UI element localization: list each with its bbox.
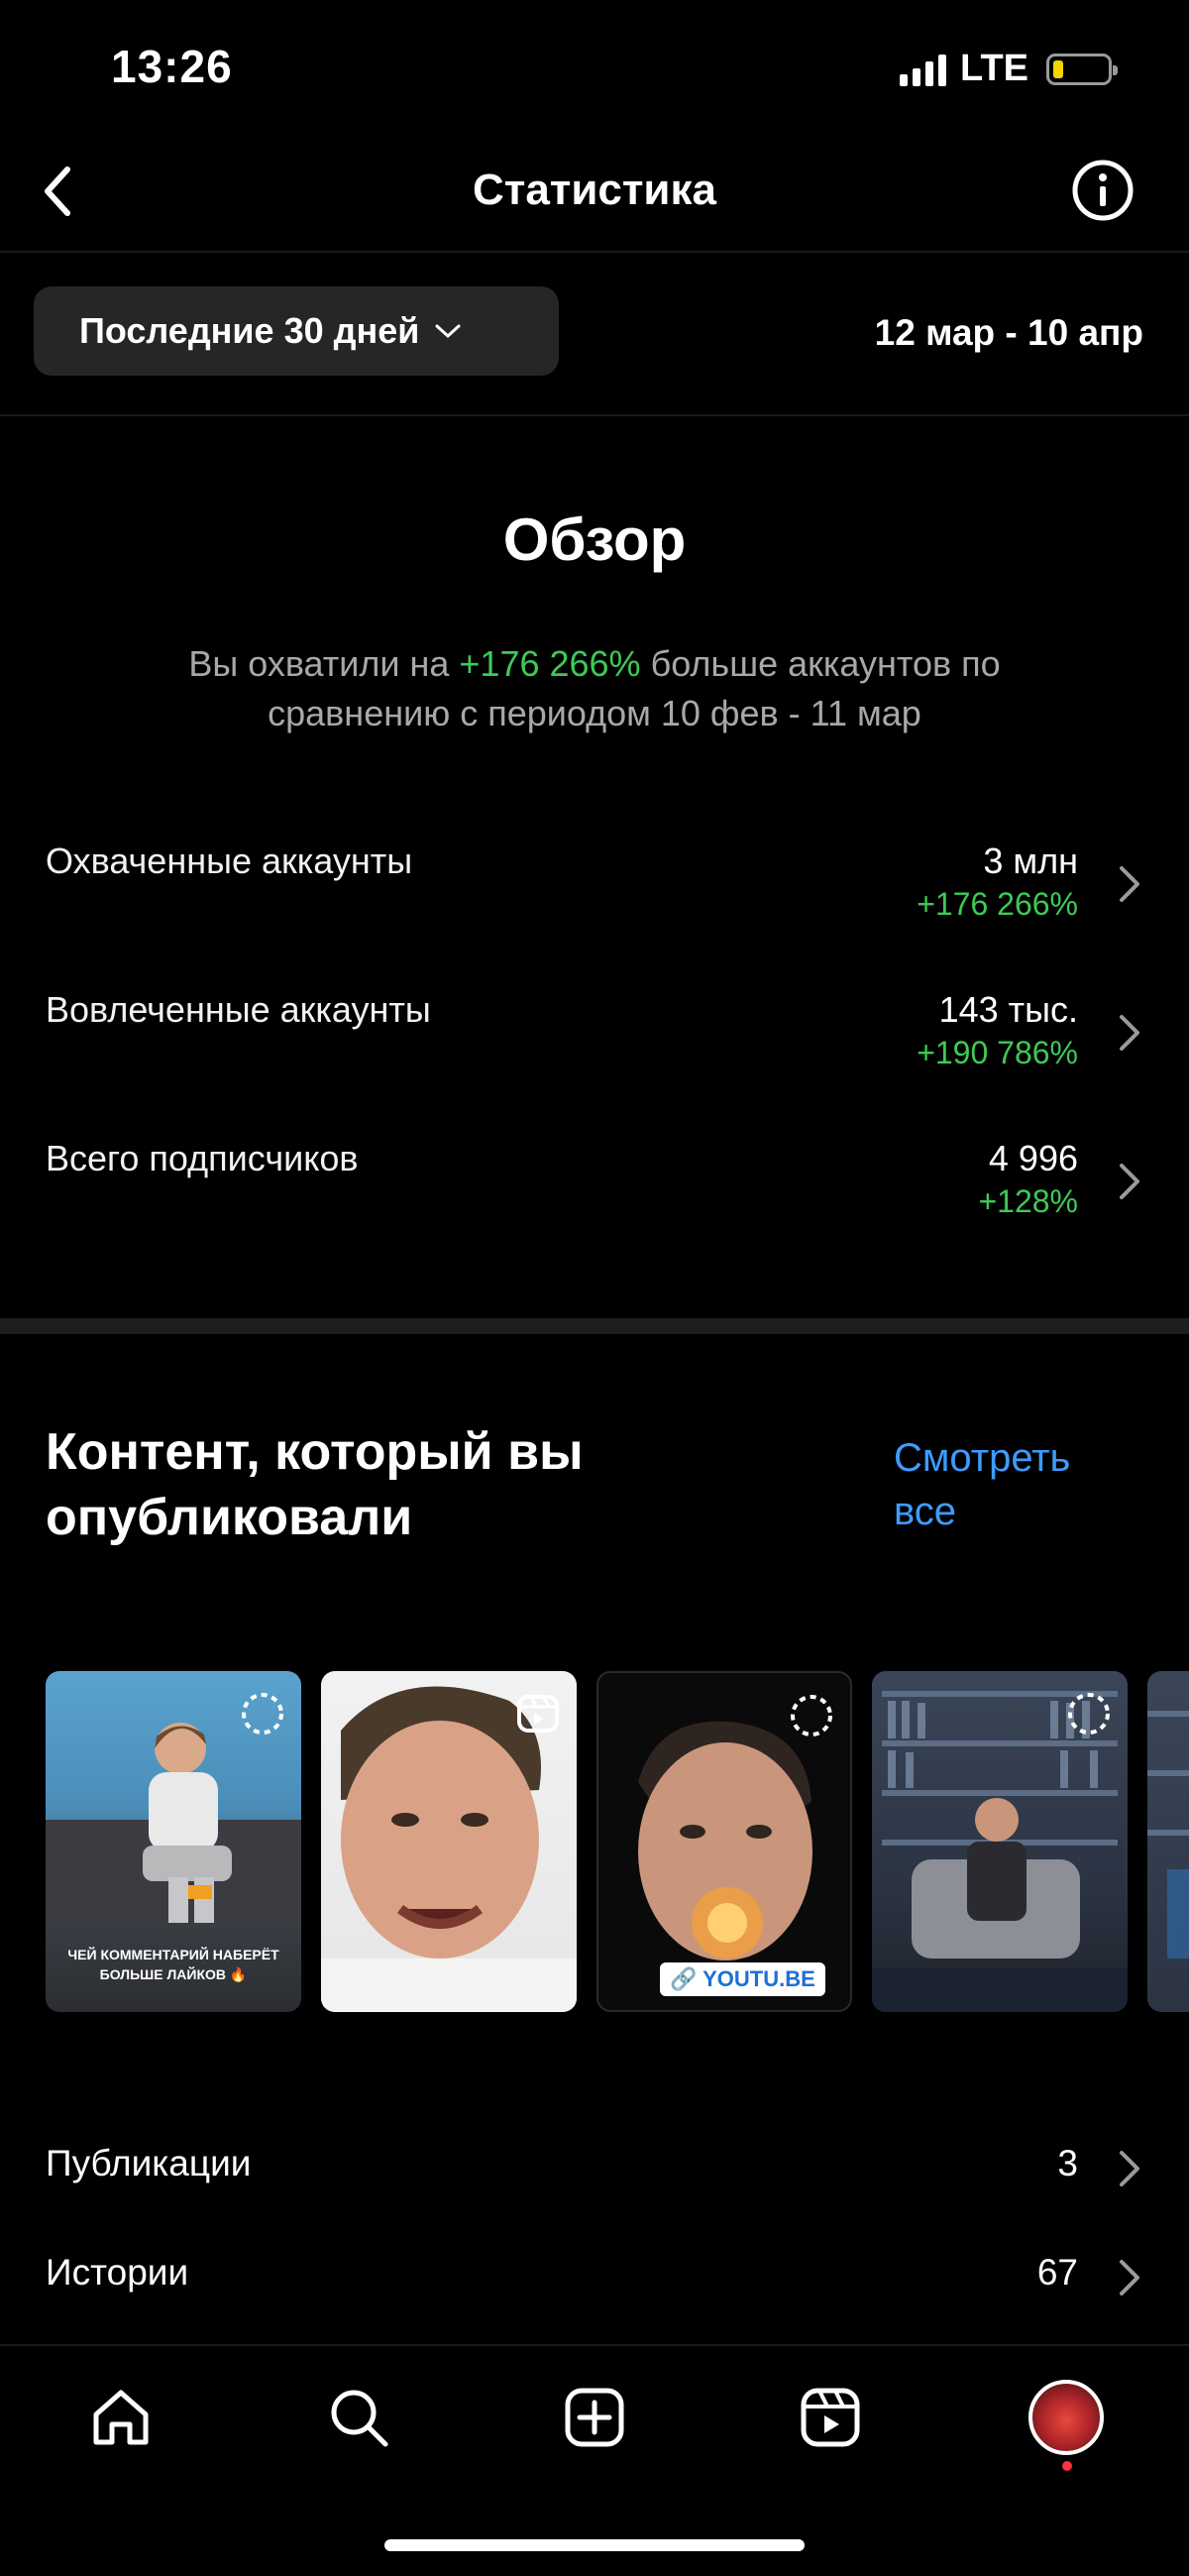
metric-delta: +128% — [978, 1183, 1078, 1219]
tab-reels[interactable] — [791, 2378, 870, 2457]
count-row-stories[interactable]: Истории 67 — [0, 2252, 1189, 2311]
reels-icon — [801, 2388, 860, 2447]
chevron-right-icon — [1120, 2151, 1139, 2186]
story-ring-icon — [242, 1693, 283, 1735]
metric-label: Всего подписчиков — [46, 1138, 359, 1178]
metric-label: Охваченные аккаунты — [46, 840, 413, 881]
home-indicator — [384, 2539, 805, 2551]
chevron-down-icon — [435, 324, 461, 339]
content-thumbnail[interactable]: ЧЕЙ КОММЕНТАРИЙ НАБЕРЁТ БОЛЬШЕ ЛАЙКОВ 🔥 — [46, 1671, 301, 2012]
tab-search[interactable] — [319, 2378, 398, 2457]
home-icon — [93, 2390, 149, 2445]
overview-description: Вы охватили на +176 266% больше аккаунто… — [99, 639, 1090, 738]
thumbnail-caption: ЧЕЙ КОММЕНТАРИЙ НАБЕРЁТ БОЛЬШЕ ЛАЙКОВ 🔥 — [67, 1947, 279, 1982]
content-thumbnail[interactable] — [321, 1671, 577, 2012]
content-section-title: Контент, который вы опубликовали — [46, 1423, 584, 1546]
metric-value: 4 996 — [988, 1138, 1078, 1178]
chevron-right-icon — [1120, 1164, 1139, 1199]
count-label: Истории — [46, 2252, 189, 2293]
metric-delta: +190 786% — [917, 1035, 1078, 1070]
status-time: 13:26 — [111, 41, 233, 92]
see-all-link[interactable]: Смотреть все — [894, 1431, 1132, 1538]
overview-desc-highlight: +176 266% — [459, 643, 641, 684]
count-label: Публикации — [46, 2143, 252, 2184]
signal-icon — [900, 53, 947, 86]
tab-home[interactable] — [81, 2378, 161, 2457]
metric-row-engaged[interactable]: Вовлеченные аккаунты 143 тыс. +190 786% — [0, 989, 1189, 1108]
reels-badge-icon — [517, 1695, 559, 1733]
search-icon — [331, 2390, 388, 2447]
period-row: Последние 30 дней 12 мар - 10 апр — [0, 253, 1189, 416]
nav-bar: Статистика — [0, 134, 1189, 253]
chevron-right-icon — [1120, 1015, 1139, 1051]
status-bar: 13:26 LTE — [0, 0, 1189, 134]
period-dropdown[interactable]: Последние 30 дней — [34, 286, 559, 376]
content-thumbnail[interactable] — [1147, 1671, 1189, 2012]
period-label: Последние 30 дней — [79, 310, 420, 351]
notification-dot — [1062, 2461, 1072, 2471]
metric-value: 143 тыс. — [938, 989, 1078, 1030]
status-indicators: LTE — [900, 48, 1118, 90]
tab-profile[interactable] — [1027, 2378, 1106, 2457]
page-title: Статистика — [473, 166, 716, 214]
metric-delta: +176 266% — [917, 886, 1078, 922]
metric-row-reach[interactable]: Охваченные аккаунты 3 млн +176 266% — [0, 840, 1189, 959]
create-icon — [565, 2388, 624, 2447]
count-row-posts[interactable]: Публикации 3 — [0, 2143, 1189, 2202]
info-icon — [1072, 160, 1134, 221]
overview-title: Обзор — [502, 506, 687, 573]
section-divider — [0, 1318, 1189, 1334]
count-value: 3 — [1057, 2143, 1078, 2184]
info-button[interactable] — [1070, 158, 1135, 223]
overview-desc-prefix: Вы охватили на — [188, 643, 460, 684]
content-thumbnail[interactable] — [872, 1671, 1128, 2012]
content-thumbnails: ЧЕЙ КОММЕНТАРИЙ НАБЕРЁТ БОЛЬШЕ ЛАЙКОВ 🔥 … — [46, 1671, 1189, 2012]
battery-icon — [1046, 53, 1118, 85]
chevron-right-icon — [1120, 866, 1139, 902]
network-label: LTE — [960, 48, 1028, 89]
chevron-right-icon — [1120, 2260, 1139, 2296]
metric-row-followers[interactable]: Всего подписчиков 4 996 +128% — [0, 1138, 1189, 1257]
profile-avatar — [1028, 2380, 1104, 2455]
date-range: 12 мар - 10 апр — [874, 312, 1143, 353]
count-value: 67 — [1036, 2252, 1078, 2293]
link-sticker: 🔗 YOUTU.BE — [660, 1962, 825, 1996]
content-thumbnail[interactable]: 🔗 YOUTU.BE — [596, 1671, 852, 2012]
metric-value: 3 млн — [983, 840, 1078, 881]
metric-label: Вовлеченные аккаунты — [46, 989, 431, 1030]
story-ring-icon — [791, 1695, 832, 1736]
tab-create[interactable] — [555, 2378, 634, 2457]
story-ring-icon — [1068, 1693, 1110, 1735]
thumbnail-image — [1147, 1711, 1189, 1959]
